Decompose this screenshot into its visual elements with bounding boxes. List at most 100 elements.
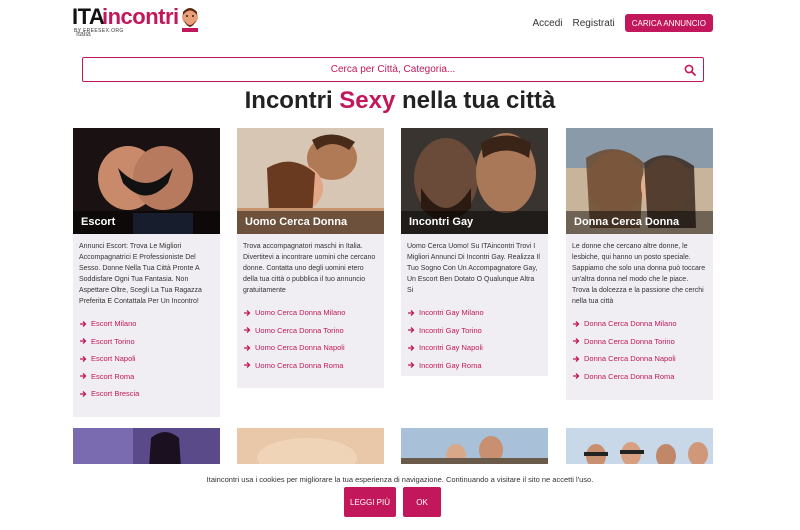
search-input[interactable]	[83, 58, 703, 81]
card-photo	[237, 428, 384, 468]
city-link[interactable]: Donna Cerca Donna Torino	[572, 333, 707, 351]
post-ad-button[interactable]: CARICA ANNUNCIO	[624, 14, 713, 32]
arrow-right-icon	[573, 373, 580, 380]
arrow-right-icon	[244, 327, 251, 334]
search-icon[interactable]	[684, 64, 696, 76]
card-description: Annunci Escort: Trova Le Migliori Accomp…	[79, 243, 202, 305]
cookie-banner: Itaincontri usa i cookies per migliorare…	[0, 464, 800, 530]
category-card-escort: Escort Annunci Escort: Trova Le Migliori…	[73, 128, 220, 417]
accept-cookies-button[interactable]: OK	[403, 487, 441, 517]
arrow-right-icon	[408, 309, 415, 316]
card-image-incontri-gay[interactable]: Incontri Gay	[401, 128, 548, 234]
site-header: ITA incontri BY FREESEX.ORG Italia Acced…	[0, 0, 800, 48]
city-link[interactable]: Incontri Gay Torino	[407, 322, 542, 340]
logo-mascot-icon	[182, 8, 198, 32]
card-description: Le donne che cercano altre donne, le les…	[572, 243, 706, 305]
title-part-1: Incontri	[244, 87, 340, 114]
header-nav: Accedi Registrati CARICA ANNUNCIO	[533, 14, 713, 32]
category-card-uomo-cerca-donna: Uomo Cerca Donna Trova accompagnatori ma…	[237, 128, 384, 388]
category-card-image-peek[interactable]	[237, 428, 384, 468]
city-link[interactable]: Uomo Cerca Donna Torino	[243, 322, 378, 340]
logo-incontri-text: incontri	[102, 4, 179, 29]
arrow-right-icon	[244, 362, 251, 369]
card-links: Uomo Cerca Donna Milano Uomo Cerca Donna…	[237, 302, 384, 380]
city-link-label: Incontri Gay Milano	[419, 308, 484, 318]
arrow-right-icon	[408, 344, 415, 351]
logo-ita-text: ITA	[72, 4, 105, 29]
card-photo	[73, 428, 220, 468]
city-link-label: Uomo Cerca Donna Roma	[255, 360, 344, 370]
card-image-donna-cerca-donna[interactable]: Donna Cerca Donna	[566, 128, 713, 234]
card-photo	[566, 428, 713, 468]
city-link[interactable]: Escort Brescia	[79, 385, 214, 403]
category-card-image-peek[interactable]	[73, 428, 220, 468]
page-title: Incontri Sexy nella tua città	[0, 87, 800, 115]
arrow-right-icon	[80, 373, 87, 380]
category-card-image-peek[interactable]	[401, 428, 548, 468]
card-photo	[401, 428, 548, 468]
card-label-incontri-gay: Incontri Gay	[401, 211, 548, 234]
arrow-right-icon	[573, 320, 580, 327]
title-accent: Sexy	[339, 87, 396, 114]
card-label-uomo-cerca-donna: Uomo Cerca Donna	[237, 211, 384, 234]
arrow-right-icon	[244, 309, 251, 316]
category-card-image-peek[interactable]	[566, 428, 713, 468]
card-description: Uomo Cerca Uomo! Su ITAincontri Trovi I …	[407, 243, 540, 294]
city-link[interactable]: Donna Cerca Donna Roma	[572, 368, 707, 386]
city-link-label: Donna Cerca Donna Milano	[584, 319, 677, 329]
card-links: Donna Cerca Donna Milano Donna Cerca Don…	[566, 313, 713, 391]
arrow-right-icon	[573, 338, 580, 345]
city-link-label: Donna Cerca Donna Napoli	[584, 354, 676, 364]
city-link-label: Uomo Cerca Donna Napoli	[255, 343, 345, 353]
city-link[interactable]: Donna Cerca Donna Napoli	[572, 350, 707, 368]
city-link-label: Escort Torino	[91, 336, 135, 346]
city-link-label: Donna Cerca Donna Roma	[584, 371, 675, 381]
arrow-right-icon	[80, 320, 87, 327]
city-link-label: Donna Cerca Donna Torino	[584, 336, 675, 346]
arrow-right-icon	[80, 390, 87, 397]
city-link[interactable]: Incontri Gay Milano	[407, 304, 542, 322]
title-part-2: nella tua città	[395, 87, 556, 114]
city-link[interactable]: Donna Cerca Donna Milano	[572, 315, 707, 333]
category-card-donna-cerca-donna: Donna Cerca Donna Le donne che cercano a…	[566, 128, 713, 400]
city-link[interactable]: Escort Napoli	[79, 350, 214, 368]
card-image-uomo-cerca-donna[interactable]: Uomo Cerca Donna	[237, 128, 384, 234]
arrow-right-icon	[80, 355, 87, 362]
register-link[interactable]: Registrati	[573, 18, 615, 29]
site-logo[interactable]: ITA incontri BY FREESEX.ORG	[72, 4, 202, 38]
city-link-label: Escort Milano	[91, 319, 137, 329]
search-bar	[82, 57, 704, 82]
arrow-right-icon	[244, 344, 251, 351]
arrow-right-icon	[408, 362, 415, 369]
category-card-incontri-gay: Incontri Gay Uomo Cerca Uomo! Su ITAinco…	[401, 128, 548, 376]
city-link[interactable]: Uomo Cerca Donna Milano	[243, 304, 378, 322]
city-link[interactable]: Incontri Gay Roma	[407, 357, 542, 375]
arrow-right-icon	[408, 327, 415, 334]
city-link-label: Incontri Gay Torino	[419, 325, 482, 335]
city-link-label: Escort Napoli	[91, 354, 136, 364]
city-link-label: Uomo Cerca Donna Milano	[255, 308, 346, 318]
arrow-right-icon	[80, 338, 87, 345]
card-label-escort: Escort	[73, 211, 220, 234]
card-label-donna-cerca-donna: Donna Cerca Donna	[566, 211, 713, 234]
card-links: Incontri Gay Milano Incontri Gay Torino …	[401, 302, 548, 380]
arrow-right-icon	[573, 355, 580, 362]
card-image-escort[interactable]: Escort	[73, 128, 220, 234]
city-link-label: Escort Roma	[91, 371, 135, 381]
city-link[interactable]: Escort Roma	[79, 368, 214, 386]
city-link[interactable]: Escort Torino	[79, 333, 214, 351]
card-description: Trova accompagnatori maschi in Italia. D…	[243, 243, 376, 294]
city-link-label: Uomo Cerca Donna Torino	[255, 325, 344, 335]
city-link-label: Incontri Gay Roma	[419, 360, 482, 370]
cookie-text: Itaincontri usa i cookies per migliorare…	[206, 475, 594, 484]
read-more-button[interactable]: LEGGI PIÙ	[344, 487, 396, 517]
city-link-label: Incontri Gay Napoli	[419, 343, 483, 353]
login-link[interactable]: Accedi	[533, 18, 563, 29]
country-label: Italia	[76, 31, 91, 38]
city-link[interactable]: Escort Milano	[79, 315, 214, 333]
city-link[interactable]: Uomo Cerca Donna Roma	[243, 357, 378, 375]
city-link[interactable]: Uomo Cerca Donna Napoli	[243, 339, 378, 357]
city-link-label: Escort Brescia	[91, 389, 140, 399]
city-link[interactable]: Incontri Gay Napoli	[407, 339, 542, 357]
card-links: Escort Milano Escort Torino Escort Napol…	[73, 313, 220, 409]
